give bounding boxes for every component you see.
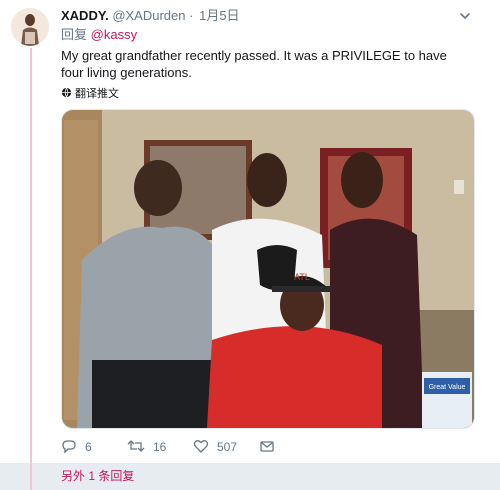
- timestamp[interactable]: 1月5日: [199, 8, 239, 23]
- translate-label: 翻译推文: [75, 88, 119, 100]
- display-name[interactable]: XADDY.: [61, 8, 109, 23]
- more-replies-link[interactable]: 另外 1 条回复: [61, 467, 134, 484]
- tweet-text: My great grandfather recently passed. It…: [61, 48, 447, 80]
- share-button[interactable]: [259, 437, 275, 457]
- reply-prefix: 回复: [61, 27, 88, 42]
- reply-to-user-link[interactable]: @kassy: [91, 27, 137, 42]
- translate-tweet-link[interactable]: 翻译推文: [61, 87, 119, 101]
- share-icon: [259, 438, 275, 457]
- reply-count: 6: [85, 440, 92, 454]
- retweet-button[interactable]: 16: [127, 437, 166, 457]
- cap-logo: ATL: [294, 272, 310, 282]
- reply-button[interactable]: 6: [61, 437, 92, 457]
- tweet-actions: 6 16 507: [61, 437, 461, 457]
- like-button[interactable]: 507: [193, 437, 237, 457]
- separator-dot: ·: [189, 8, 194, 23]
- retweet-count: 16: [153, 440, 167, 454]
- package-label: Great Value: [429, 384, 466, 391]
- avatar[interactable]: [11, 8, 49, 46]
- like-icon: [193, 438, 209, 457]
- user-handle[interactable]: @XADurden: [112, 8, 185, 23]
- retweet-icon: [127, 438, 145, 457]
- reply-icon: [61, 438, 77, 457]
- reply-context: 回复 @kassy: [61, 27, 137, 43]
- thread-line: [30, 48, 32, 490]
- like-count: 507: [217, 440, 238, 454]
- tweet-photo[interactable]: ATL Great Value: [61, 109, 475, 429]
- tweet-card[interactable]: XADDY. @XADurden · 1月5日 回复 @kassy My gre…: [0, 0, 500, 490]
- chevron-down-icon[interactable]: [458, 9, 472, 23]
- tweet-header: XADDY. @XADurden · 1月5日: [61, 7, 480, 25]
- globe-icon: [61, 87, 72, 102]
